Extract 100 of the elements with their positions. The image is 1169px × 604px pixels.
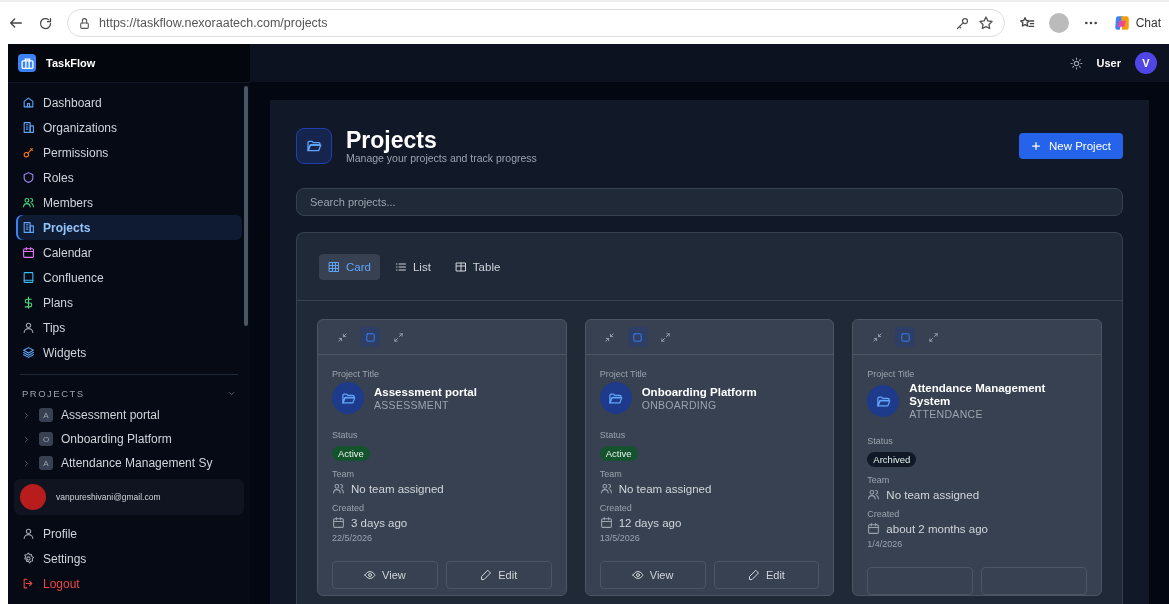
square-icon [364, 331, 376, 343]
project-tree-item[interactable]: O Onboarding Platform [8, 427, 250, 451]
expand-icon [392, 331, 404, 343]
project-initial: A [39, 456, 53, 470]
list-icon [394, 261, 407, 273]
field-label: Team [867, 475, 891, 485]
field-label: Team [599, 469, 623, 479]
person-icon [22, 321, 35, 334]
user-card[interactable]: vanpureshivani@gmail.com [14, 479, 244, 515]
nav-item[interactable]: Widgets [16, 340, 242, 365]
status-badge: Active [599, 446, 638, 461]
key-icon [954, 15, 970, 31]
shield-icon [22, 171, 35, 184]
nav-item[interactable]: Dashboard [16, 90, 242, 115]
app-name: TaskFlow [46, 57, 96, 69]
nav-item[interactable]: Confluence [16, 265, 242, 290]
created-time: 12 days ago [618, 516, 682, 529]
edit-button[interactable]: Edit [445, 561, 552, 589]
status-badge: Archived [867, 452, 917, 467]
plus-icon [1031, 141, 1041, 151]
project-code: ONBOARDING [641, 398, 718, 411]
nav-item[interactable]: Settings [16, 546, 242, 571]
calendar-icon [867, 522, 881, 535]
grid-icon [328, 261, 340, 273]
project-code: ASSESSMENT [374, 398, 450, 411]
folder-icon [296, 128, 332, 164]
square-toggle[interactable] [627, 327, 648, 347]
nav-item[interactable]: Plans [16, 290, 242, 315]
square-icon [899, 331, 911, 343]
nav-item[interactable]: Permissions [16, 140, 242, 165]
back-icon [8, 15, 24, 31]
settings-icon [22, 552, 35, 565]
profile-avatar[interactable] [1048, 13, 1069, 33]
view-tab[interactable]: Table [445, 254, 510, 280]
pencil-icon [747, 569, 760, 581]
status-badge: Active [332, 446, 370, 461]
scrollbar[interactable] [244, 86, 248, 326]
calendar-icon [22, 246, 35, 259]
field-label: Team [332, 469, 355, 479]
nav-item[interactable]: Profile [16, 521, 242, 546]
sun-icon [1069, 56, 1083, 70]
view-tab[interactable]: List [385, 254, 440, 280]
people-icon [867, 488, 881, 501]
person-icon [22, 527, 35, 540]
view-tab[interactable]: Card [319, 254, 380, 280]
nav-item[interactable]: Roles [16, 165, 242, 190]
table-icon [454, 261, 467, 273]
dollar-icon [22, 296, 35, 309]
project-initial: O [39, 432, 53, 446]
square-icon [632, 331, 644, 343]
field-label: Project Title [332, 369, 381, 379]
briefcase-logo-icon [18, 54, 36, 72]
field-label: Status [599, 430, 627, 440]
user-label[interactable]: User [1096, 57, 1121, 69]
home-icon [22, 96, 35, 109]
team-text: No team assigned [351, 482, 444, 495]
chevron-right-icon [22, 434, 31, 444]
people-icon [332, 482, 345, 495]
view-button[interactable]: View [599, 561, 706, 589]
chevron-right-icon [22, 458, 31, 468]
nav-item[interactable]: Organizations [16, 115, 242, 140]
expand-icon [660, 331, 672, 343]
team-text: No team assigned [886, 488, 980, 501]
project-tree-item[interactable]: A Assessment portal [8, 403, 250, 427]
created-time: 3 days ago [351, 516, 408, 529]
created-time: about 2 months ago [886, 522, 988, 535]
search-field[interactable]: Search projects... [296, 188, 1123, 216]
user-avatar[interactable]: V [1135, 52, 1157, 74]
eye-icon [631, 569, 644, 581]
page-subtitle: Manage your projects and track progress [346, 152, 537, 164]
view-button[interactable]: View [332, 561, 438, 589]
view-button[interactable] [867, 567, 974, 595]
folder-icon [867, 385, 900, 417]
people-icon [22, 196, 35, 209]
nav-item[interactable]: Logout [16, 571, 242, 596]
chevron-right-icon [22, 410, 31, 420]
nav-item[interactable]: Tips [16, 315, 242, 340]
nav-item[interactable]: Members [16, 190, 242, 215]
lock-icon [78, 16, 91, 30]
created-date: 1/4/2026 [867, 539, 904, 549]
field-label: Created [867, 509, 901, 519]
chat-button[interactable]: Chat [1112, 14, 1161, 32]
square-toggle[interactable] [360, 327, 380, 347]
layers-icon [22, 346, 35, 359]
nav-item[interactable]: Projects [16, 215, 242, 240]
field-label: Created [599, 503, 633, 513]
field-label: Status [867, 436, 894, 446]
edit-button[interactable]: Edit [713, 561, 820, 589]
building-icon [22, 121, 35, 134]
square-toggle[interactable] [895, 327, 916, 347]
nav-item[interactable]: Calendar [16, 240, 242, 265]
edit-button[interactable] [981, 567, 1088, 595]
avatar-icon [20, 484, 46, 510]
section-heading: PROJECTS [22, 388, 85, 399]
field-label: Project Title [867, 369, 916, 379]
new-project-button[interactable]: New Project [1019, 133, 1123, 159]
project-tree-item[interactable]: A Attendance Management Sy [8, 451, 250, 475]
expand-icon [927, 331, 939, 343]
calendar-icon [599, 516, 613, 529]
project-code: ATTENDANCE [909, 408, 984, 420]
